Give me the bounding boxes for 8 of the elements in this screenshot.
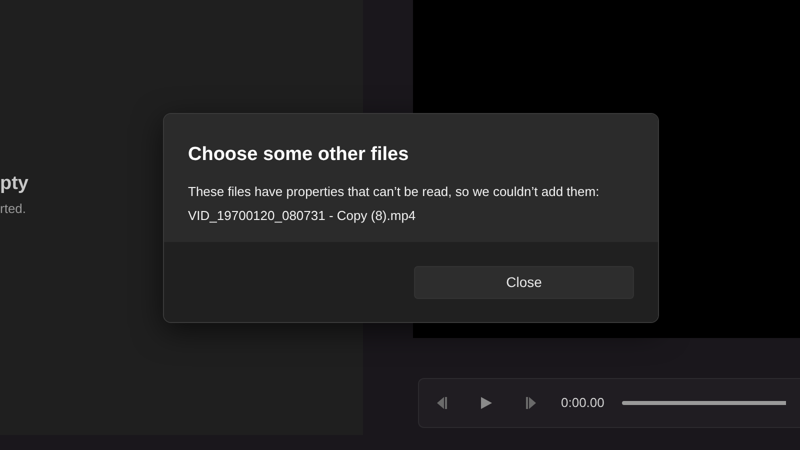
empty-subtext: rted. (0, 200, 26, 218)
dialog-message: These files have properties that can’t be read, so we couldn’t add them: (188, 184, 600, 199)
close-button[interactable]: Close (414, 266, 634, 299)
play-icon[interactable] (480, 396, 493, 410)
dialog-title: Choose some other files (188, 144, 410, 166)
empty-heading: pty (0, 173, 28, 195)
file-name: VID_19700120_080731 - Copy (8).mp4 (188, 208, 416, 223)
time-label: 0:00.00 (561, 394, 604, 412)
